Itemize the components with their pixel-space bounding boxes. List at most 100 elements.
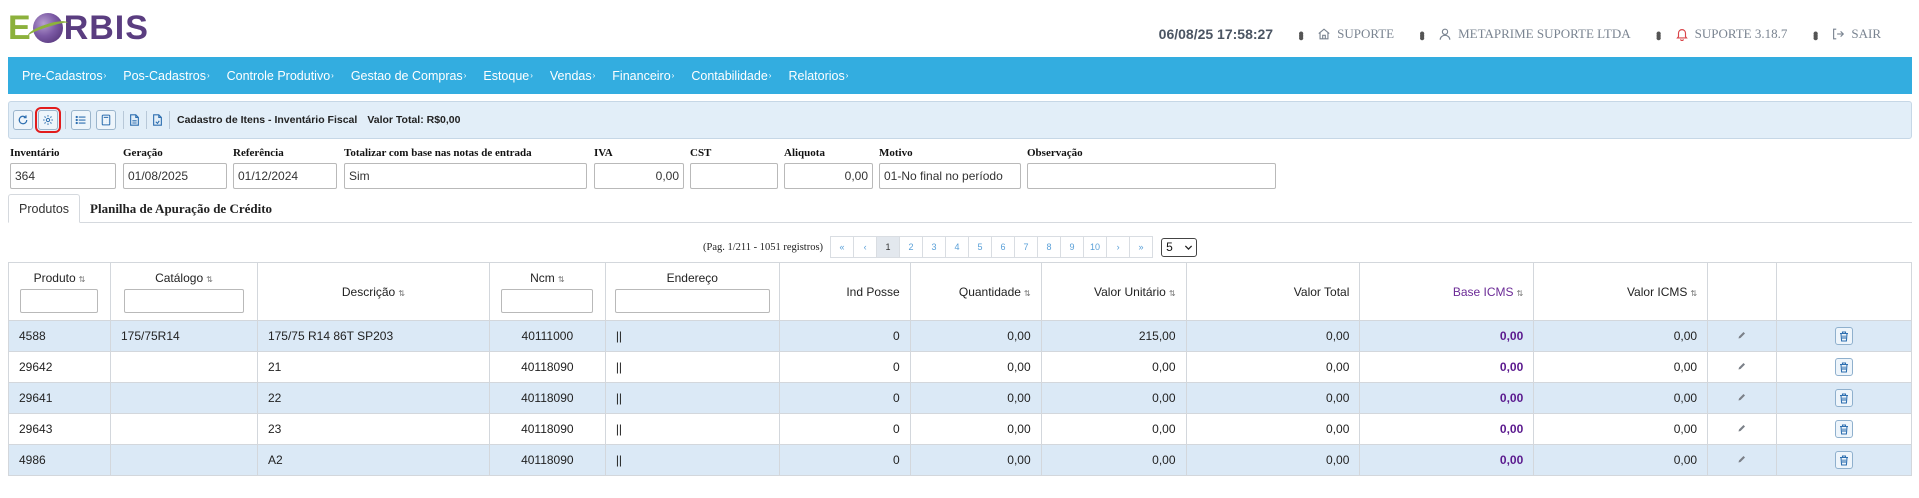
- delete-button[interactable]: [1835, 420, 1854, 438]
- menu-item-pos-cadastros[interactable]: Pos-Cadastros›: [123, 69, 209, 83]
- table-row[interactable]: 29642 21 40118090 || 0 0,00 0,00 0,00 0,00 0,00: [8, 351, 1912, 383]
- sort-icon[interactable]: ⇅: [1169, 289, 1176, 298]
- geracao-input[interactable]: 01/08/2025: [123, 163, 227, 189]
- next-page-button[interactable]: ›: [1106, 236, 1131, 258]
- col-produto[interactable]: Produto ⇅: [8, 262, 111, 321]
- aliquota-input[interactable]: 0,00: [784, 163, 873, 189]
- pencil-icon[interactable]: [1737, 454, 1747, 464]
- tab-planilha-apuracao[interactable]: Planilha de Apuração de Crédito: [80, 194, 282, 223]
- col-descricao[interactable]: Descrição ⇅: [256, 262, 490, 321]
- delete-button[interactable]: [1835, 451, 1854, 469]
- col-valor-unitario[interactable]: Valor Unitário ⇅: [1040, 262, 1187, 321]
- version-link[interactable]: SUPORTE 3.18.7: [1675, 26, 1787, 42]
- col-quantidade[interactable]: Quantidade ⇅: [909, 262, 1042, 321]
- kebab-icon[interactable]: •••: [1292, 31, 1309, 38]
- pencil-icon[interactable]: [1737, 423, 1747, 433]
- orbis-logo[interactable]: E RBIS: [8, 8, 149, 48]
- observacao-label: Observação: [1027, 147, 1083, 159]
- trash-icon: [1840, 361, 1849, 373]
- col-ncm[interactable]: Ncm ⇅: [488, 262, 606, 321]
- filter-ncm-input[interactable]: [501, 288, 594, 313]
- delete-button[interactable]: [1835, 358, 1854, 376]
- page-button[interactable]: 5: [968, 236, 993, 258]
- menu-caret-icon: ›: [592, 70, 596, 80]
- menu-item-financeiro[interactable]: Financeiro›: [612, 69, 674, 83]
- sort-icon[interactable]: ⇅: [558, 275, 565, 284]
- menu-item-estoque[interactable]: Estoque›: [483, 69, 533, 83]
- menu-item-controle-produtivo[interactable]: Controle Produtivo›: [227, 69, 334, 83]
- col-ncm-label: Ncm: [530, 270, 555, 285]
- filter-produto-input[interactable]: [20, 288, 99, 313]
- col-catalogo[interactable]: Catálogo ⇅: [109, 262, 258, 321]
- iva-input[interactable]: 0,00: [594, 163, 684, 189]
- col-delete: [1776, 262, 1912, 321]
- cst-input[interactable]: [690, 163, 778, 189]
- kebab-icon[interactable]: •••: [1413, 31, 1430, 38]
- col-valor-unitario-label: Valor Unitário: [1094, 284, 1166, 299]
- menu-item-relatorios[interactable]: Relatorios›: [788, 69, 848, 83]
- table-row[interactable]: 4986 A2 40118090 || 0 0,00 0,00 0,00 0,00 0,00: [8, 444, 1912, 476]
- tab-produtos[interactable]: Produtos: [8, 194, 81, 223]
- sort-icon[interactable]: ⇅: [1024, 289, 1031, 298]
- totalizar-select[interactable]: Sim: [344, 163, 587, 189]
- delete-button[interactable]: [1835, 327, 1854, 345]
- menu-caret-icon: ›: [103, 70, 107, 80]
- pencil-icon[interactable]: [1737, 330, 1747, 340]
- page-button[interactable]: 2: [899, 236, 924, 258]
- page-title: Cadastro de Itens - Inventário Fiscal: [177, 114, 358, 126]
- last-page-button[interactable]: »: [1129, 236, 1154, 258]
- pencil-icon[interactable]: [1737, 392, 1747, 402]
- sort-icon[interactable]: ⇅: [1690, 289, 1697, 298]
- support-link[interactable]: SUPORTE: [1317, 26, 1394, 42]
- filter-endereco-input[interactable]: [614, 288, 770, 313]
- delete-button[interactable]: [1835, 389, 1854, 407]
- col-valor-icms[interactable]: Valor ICMS ⇅: [1533, 262, 1709, 321]
- menu-item-pre-cadastros[interactable]: Pre-Cadastros›: [22, 69, 106, 83]
- page-button[interactable]: 3: [922, 236, 947, 258]
- exit-link[interactable]: SAIR: [1831, 26, 1881, 42]
- menu-label: Gestao de Compras: [350, 68, 463, 83]
- page-button[interactable]: 9: [1060, 236, 1085, 258]
- page-button[interactable]: 7: [1014, 236, 1039, 258]
- table-row[interactable]: 29641 22 40118090 || 0 0,00 0,00 0,00 0,00 0,00: [8, 382, 1912, 414]
- cell-endereco: ||: [604, 320, 780, 352]
- table-row[interactable]: 4588 175/75R14 175/75 R14 86T SP203 4011100…: [8, 320, 1912, 352]
- calculator-button[interactable]: [96, 110, 116, 130]
- kebab-icon[interactable]: •••: [1650, 31, 1667, 38]
- page-button[interactable]: 10: [1083, 236, 1108, 258]
- inventario-input[interactable]: 364: [10, 163, 116, 189]
- table-row[interactable]: 29643 23 40118090 || 0 0,00 0,00 0,00 0,00 0,00: [8, 413, 1912, 445]
- referencia-input[interactable]: 01/12/2024: [233, 163, 337, 189]
- page-button[interactable]: 8: [1037, 236, 1062, 258]
- cell-valor-total: 0,00: [1185, 351, 1361, 383]
- sort-icon[interactable]: ⇅: [1517, 289, 1524, 298]
- sort-icon[interactable]: ⇅: [79, 275, 86, 284]
- refresh-button[interactable]: [13, 110, 33, 130]
- filter-catalogo-input[interactable]: [123, 288, 244, 313]
- col-base-icms[interactable]: Base ICMS ⇅: [1359, 262, 1535, 321]
- page-button[interactable]: 1: [876, 236, 901, 258]
- sort-icon[interactable]: ⇅: [206, 275, 213, 284]
- prev-page-button[interactable]: ‹: [853, 236, 878, 258]
- menu-item-contabilidade[interactable]: Contabilidade›: [691, 69, 771, 83]
- menu-item-vendas[interactable]: Vendas›: [550, 69, 595, 83]
- menu-caret-icon: ›: [530, 70, 533, 80]
- first-page-button[interactable]: «: [830, 236, 855, 258]
- col-ind-posse: Ind Posse: [778, 262, 911, 321]
- observacao-input[interactable]: [1027, 163, 1276, 189]
- cell-valor-icms: 0,00: [1533, 413, 1709, 445]
- list-button[interactable]: [71, 110, 91, 130]
- document-button[interactable]: [129, 114, 140, 126]
- sort-icon[interactable]: ⇅: [398, 289, 405, 298]
- page-size-select[interactable]: 5: [1161, 237, 1198, 257]
- company-link[interactable]: METAPRIME SUPORTE LTDA: [1438, 26, 1631, 42]
- document-export-button[interactable]: [152, 114, 163, 126]
- kebab-icon[interactable]: •••: [1806, 31, 1823, 38]
- settings-button[interactable]: [35, 107, 61, 133]
- menu-item-gestao-de-compras[interactable]: Gestao de Compras›: [351, 69, 467, 83]
- page-button[interactable]: 6: [991, 236, 1016, 258]
- page-button[interactable]: 4: [945, 236, 970, 258]
- pencil-icon[interactable]: [1737, 361, 1747, 371]
- document-icon: [130, 114, 139, 126]
- motivo-select[interactable]: 01-No final no período: [879, 163, 1021, 189]
